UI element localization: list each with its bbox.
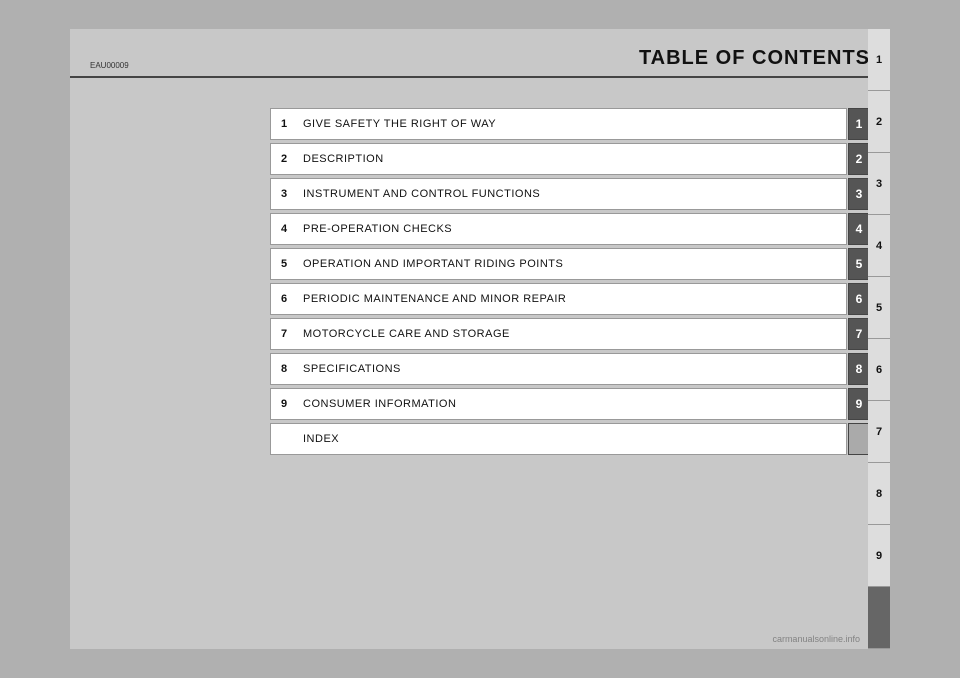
toc-label-2: DESCRIPTION [303, 153, 384, 165]
toc-num-8: 8 [281, 363, 295, 375]
toc-entry-2[interactable]: 2 DESCRIPTION [270, 143, 847, 175]
toc-row-index: INDEX [270, 423, 870, 455]
doc-id: EAU00009 [90, 61, 129, 70]
toc-label-4: PRE-OPERATION CHECKS [303, 223, 452, 235]
toc-entry-4[interactable]: 4 PRE-OPERATION CHECKS [270, 213, 847, 245]
tab-label-9: 9 [876, 550, 882, 562]
toc-num-4: 4 [281, 223, 295, 235]
tab-label-5: 5 [876, 302, 882, 314]
toc-num-5: 5 [281, 258, 295, 270]
toc-row-1: 1 GIVE SAFETY THE RIGHT OF WAY 1 [270, 108, 870, 140]
toc-list: 1 GIVE SAFETY THE RIGHT OF WAY 1 2 DESCR… [270, 108, 870, 458]
toc-tab-2: 2 [848, 143, 870, 175]
toc-row-2: 2 DESCRIPTION 2 [270, 143, 870, 175]
toc-entry-index[interactable]: INDEX [270, 423, 847, 455]
toc-tab-1: 1 [848, 108, 870, 140]
tab-1[interactable]: 1 [868, 29, 890, 91]
toc-num-6: 6 [281, 293, 295, 305]
toc-entry-3[interactable]: 3 INSTRUMENT AND CONTROL FUNCTIONS [270, 178, 847, 210]
toc-row-9: 9 CONSUMER INFORMATION 9 [270, 388, 870, 420]
toc-row-5: 5 OPERATION AND IMPORTANT RIDING POINTS … [270, 248, 870, 280]
toc-tab-9: 9 [848, 388, 870, 420]
toc-row-8: 8 SPECIFICATIONS 8 [270, 353, 870, 385]
toc-row-7: 7 MOTORCYCLE CARE AND STORAGE 7 [270, 318, 870, 350]
toc-entry-5[interactable]: 5 OPERATION AND IMPORTANT RIDING POINTS [270, 248, 847, 280]
toc-row-6: 6 PERIODIC MAINTENANCE AND MINOR REPAIR … [270, 283, 870, 315]
toc-num-2: 2 [281, 153, 295, 165]
toc-label-3: INSTRUMENT AND CONTROL FUNCTIONS [303, 188, 540, 200]
tab-4[interactable]: 4 [868, 215, 890, 277]
toc-label-9: CONSUMER INFORMATION [303, 398, 456, 410]
toc-num-1: 1 [281, 118, 295, 130]
toc-row-3: 3 INSTRUMENT AND CONTROL FUNCTIONS 3 [270, 178, 870, 210]
toc-label-index: INDEX [303, 433, 339, 445]
toc-num-9: 9 [281, 398, 295, 410]
toc-row-4: 4 PRE-OPERATION CHECKS 4 [270, 213, 870, 245]
toc-label-6: PERIODIC MAINTENANCE AND MINOR REPAIR [303, 293, 566, 305]
page-container: 1 2 3 4 5 6 7 8 9 EAU00009 TABLE OF CONT… [70, 29, 890, 649]
toc-entry-7[interactable]: 7 MOTORCYCLE CARE AND STORAGE [270, 318, 847, 350]
tab-label-4: 4 [876, 240, 882, 252]
tab-9[interactable]: 9 [868, 525, 890, 587]
toc-entry-9[interactable]: 9 CONSUMER INFORMATION [270, 388, 847, 420]
main-content: 1 GIVE SAFETY THE RIGHT OF WAY 1 2 DESCR… [70, 78, 890, 478]
toc-tab-3: 3 [848, 178, 870, 210]
page-header: EAU00009 TABLE OF CONTENTS [70, 29, 890, 78]
page-title: TABLE OF CONTENTS [639, 47, 870, 70]
tab-2[interactable]: 2 [868, 91, 890, 153]
toc-entry-1[interactable]: 1 GIVE SAFETY THE RIGHT OF WAY [270, 108, 847, 140]
tab-label-1: 1 [876, 54, 882, 66]
tab-8[interactable]: 8 [868, 463, 890, 525]
right-tab-strip: 1 2 3 4 5 6 7 8 9 [868, 29, 890, 649]
tab-index [868, 587, 890, 649]
toc-tab-7: 7 [848, 318, 870, 350]
tab-label-6: 6 [876, 364, 882, 376]
tab-5[interactable]: 5 [868, 277, 890, 339]
tab-label-3: 3 [876, 178, 882, 190]
toc-label-7: MOTORCYCLE CARE AND STORAGE [303, 328, 510, 340]
tab-6[interactable]: 6 [868, 339, 890, 401]
watermark: carmanualsonline.info [772, 634, 860, 644]
toc-num-7: 7 [281, 328, 295, 340]
toc-entry-6[interactable]: 6 PERIODIC MAINTENANCE AND MINOR REPAIR [270, 283, 847, 315]
toc-label-5: OPERATION AND IMPORTANT RIDING POINTS [303, 258, 563, 270]
toc-tab-index [848, 423, 870, 455]
tab-3[interactable]: 3 [868, 153, 890, 215]
tab-label-2: 2 [876, 116, 882, 128]
tab-label-8: 8 [876, 488, 882, 500]
toc-tab-6: 6 [848, 283, 870, 315]
toc-num-3: 3 [281, 188, 295, 200]
tab-7[interactable]: 7 [868, 401, 890, 463]
toc-tab-5: 5 [848, 248, 870, 280]
toc-tab-4: 4 [848, 213, 870, 245]
toc-label-1: GIVE SAFETY THE RIGHT OF WAY [303, 118, 496, 130]
toc-entry-8[interactable]: 8 SPECIFICATIONS [270, 353, 847, 385]
tab-label-7: 7 [876, 426, 882, 438]
toc-label-8: SPECIFICATIONS [303, 363, 401, 375]
toc-tab-8: 8 [848, 353, 870, 385]
